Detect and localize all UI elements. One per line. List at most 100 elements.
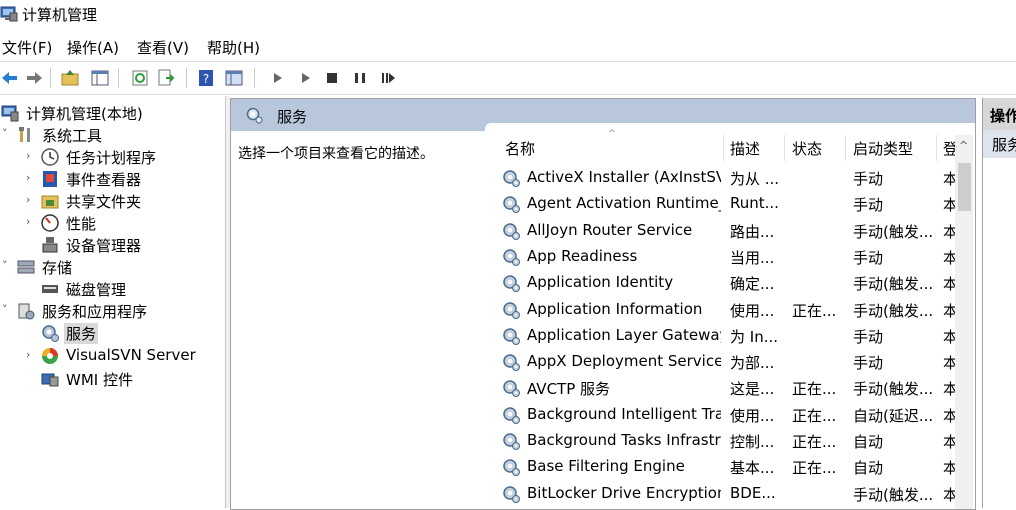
table-row[interactable]: Application Information 使用... 正在... 手动(触发..… xyxy=(485,296,955,322)
service-gear-icon xyxy=(501,405,521,425)
up-folder-icon[interactable] xyxy=(60,68,80,88)
column-separator[interactable] xyxy=(936,135,937,161)
visualsvn-icon xyxy=(40,346,60,366)
cell-startup-type: 手动 xyxy=(853,248,884,267)
column-separator[interactable] xyxy=(845,135,846,161)
column-header-status[interactable]: 状态 xyxy=(792,138,822,159)
collapse-chevron-icon[interactable]: ˅ xyxy=(2,127,12,140)
toolbar-separator xyxy=(254,68,255,88)
column-header-name[interactable]: 名称 xyxy=(505,138,535,159)
cell-status: 正在... xyxy=(792,301,837,320)
scrollbar-thumb[interactable] xyxy=(958,163,971,211)
menu-file[interactable]: 文件(F) xyxy=(2,37,52,58)
collapse-chevron-icon[interactable]: ˅ xyxy=(2,259,12,272)
menu-help[interactable]: 帮助(H) xyxy=(207,37,260,58)
column-header-startup-type[interactable]: 启动类型 xyxy=(853,138,913,159)
cell-status: 正在... xyxy=(792,380,837,399)
export-icon[interactable] xyxy=(156,68,176,88)
cell-description: 路由... xyxy=(730,222,775,241)
cell-description: 使用... xyxy=(730,301,775,320)
storage-icon xyxy=(16,257,36,277)
cell-logon: 本 xyxy=(943,248,955,267)
back-icon[interactable] xyxy=(0,68,20,88)
table-row[interactable]: ActiveX Installer (AxInstSV) 为从 ... 手动 本 xyxy=(485,164,955,190)
table-row[interactable]: AllJoyn Router Service 路由... 手动(触发... 本 xyxy=(485,217,955,243)
cell-startup-type: 手动(触发... xyxy=(853,301,933,320)
collapse-chevron-icon[interactable]: ˅ xyxy=(2,303,12,316)
cell-name: App Readiness xyxy=(527,246,638,265)
cell-description: 这是... xyxy=(730,380,775,399)
column-header-description[interactable]: 描述 xyxy=(730,138,760,159)
cell-logon: 本 xyxy=(943,196,955,215)
cell-logon: 本 xyxy=(943,354,955,373)
cell-status: 正在... xyxy=(792,459,837,478)
cell-name: Application Layer Gateway ... xyxy=(527,325,721,344)
table-row[interactable]: Background Intelligent Tra... 使用... 正在... 自… xyxy=(485,401,955,427)
cell-name: Background Intelligent Tra... xyxy=(527,404,721,423)
column-separator[interactable] xyxy=(723,135,724,161)
event-viewer-icon xyxy=(40,169,60,189)
actions-pane-services-item[interactable]: 服务 xyxy=(983,130,1016,158)
cell-description: 基本... xyxy=(730,459,775,478)
cell-logon: 本 xyxy=(943,485,955,504)
expand-chevron-icon[interactable]: › xyxy=(26,149,36,162)
disk-icon xyxy=(40,279,60,299)
tools-icon xyxy=(16,125,36,145)
table-row[interactable]: AppX Deployment Service ... 为部... 手动 本 xyxy=(485,348,955,374)
table-row[interactable]: App Readiness 当用... 手动 本 xyxy=(485,243,955,269)
cell-name: AllJoyn Router Service xyxy=(527,220,693,239)
service-gear-icon xyxy=(501,168,521,188)
device-manager-icon xyxy=(40,235,60,255)
pause-icon[interactable] xyxy=(350,68,370,88)
service-gear-icon xyxy=(501,484,521,504)
table-row[interactable]: AVCTP 服务 这是... 正在... 手动(触发... 本 xyxy=(485,374,955,400)
expand-chevron-icon[interactable]: › xyxy=(26,171,36,184)
stop-icon[interactable] xyxy=(322,68,342,88)
cell-startup-type: 手动(触发... xyxy=(853,275,933,294)
vertical-scrollbar[interactable]: ^ xyxy=(955,135,973,509)
cell-name: Application Identity xyxy=(527,273,674,292)
scroll-up-icon[interactable]: ^ xyxy=(959,139,968,152)
service-gear-icon xyxy=(501,194,521,214)
sort-ascending-icon: ^ xyxy=(608,129,616,139)
expand-chevron-icon[interactable]: › xyxy=(26,348,36,361)
table-row[interactable]: Application Layer Gateway ... 为 In... 手动 本 xyxy=(485,322,955,348)
cell-description: 使用... xyxy=(730,406,775,425)
cell-name: Base Filtering Engine xyxy=(527,457,685,476)
table-row[interactable]: Base Filtering Engine 基本... 正在... 自动 本 xyxy=(485,453,955,479)
show-hide-tree-icon[interactable] xyxy=(90,68,110,88)
forward-icon[interactable] xyxy=(24,68,44,88)
cell-name: BitLocker Drive Encryption ... xyxy=(527,483,721,502)
cell-description: 当用... xyxy=(730,248,775,267)
cell-description: 确定... xyxy=(730,275,775,294)
cell-name: ActiveX Installer (AxInstSV) xyxy=(527,168,721,186)
cell-name: AppX Deployment Service ... xyxy=(527,352,721,371)
gear-icon xyxy=(245,106,263,124)
menu-view[interactable]: 查看(V) xyxy=(137,37,189,58)
table-row[interactable]: Application Identity 确定... 手动(触发... 本 xyxy=(485,269,955,295)
services-list: ^ 名称 描述 状态 启动类型 登 ActiveX Installer (AxI… xyxy=(485,123,975,509)
title-bar: 计算机管理 xyxy=(0,0,1016,30)
expand-chevron-icon[interactable]: › xyxy=(26,215,36,228)
services-pane-title: 服务 xyxy=(277,108,308,126)
service-gear-icon xyxy=(501,457,521,477)
restart-icon[interactable] xyxy=(378,68,398,88)
menu-action[interactable]: 操作(A) xyxy=(67,37,119,58)
play-alt-icon[interactable] xyxy=(296,68,316,88)
actions-pane: 操作 服务 xyxy=(982,98,1016,508)
help-icon[interactable]: ? xyxy=(196,68,216,88)
cell-startup-type: 自动 xyxy=(853,459,884,478)
toolbar: ? xyxy=(0,61,1016,95)
column-separator[interactable] xyxy=(784,135,785,161)
refresh-icon[interactable] xyxy=(130,68,150,88)
table-row[interactable]: Background Tasks Infrastru... 控制... 正在... 自… xyxy=(485,427,955,453)
cell-name: Agent Activation Runtime_... xyxy=(527,194,721,213)
clock-icon xyxy=(40,147,60,167)
cell-startup-type: 自动 xyxy=(853,433,884,451)
expand-chevron-icon[interactable]: › xyxy=(26,193,36,206)
play-icon[interactable] xyxy=(268,68,288,88)
table-row[interactable]: Agent Activation Runtime_... Runt... 手动 本 xyxy=(485,190,955,216)
console-tree-icon[interactable] xyxy=(224,68,244,88)
table-row[interactable]: BitLocker Drive Encryption ... BDE... 手动(触… xyxy=(485,480,955,506)
cell-logon: 本 xyxy=(943,433,955,451)
